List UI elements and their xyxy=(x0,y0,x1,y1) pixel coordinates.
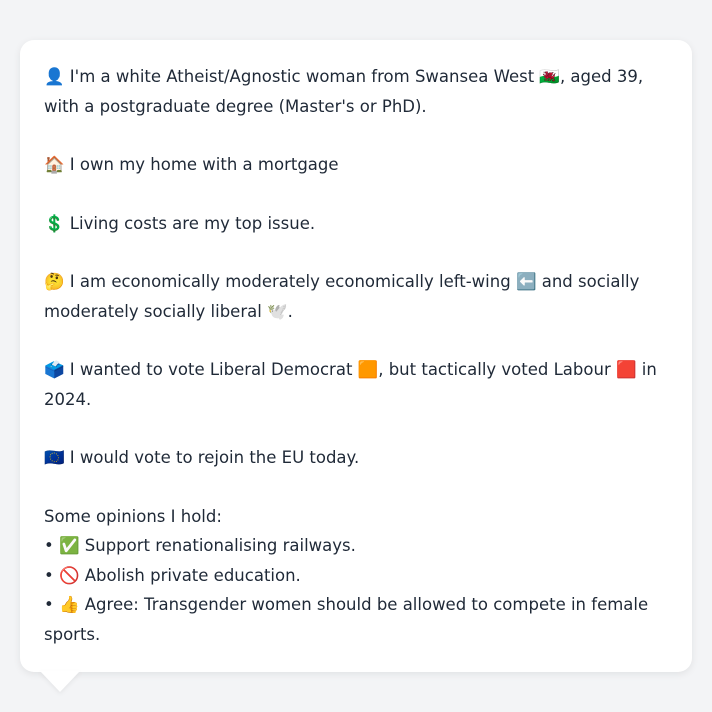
top-issue-paragraph: 💲 Living costs are my top issue. xyxy=(44,213,316,233)
eu-paragraph: 🇪🇺 I would vote to rejoin the EU today. xyxy=(44,448,360,467)
opinion-item: • 👍 Agree: Transgender women should be a… xyxy=(44,595,649,644)
opinion-item: • ✅ Support renationalising railways. xyxy=(44,536,356,555)
identity-paragraph: 👤 I'm a white Atheist/Agnostic woman fro… xyxy=(44,67,644,116)
vote-paragraph: 🗳️ I wanted to vote Liberal Democrat 🟧, … xyxy=(44,360,657,409)
housing-paragraph: 🏠 I own my home with a mortgage xyxy=(44,155,339,174)
ideology-paragraph: 🤔 I am economically moderately economica… xyxy=(44,272,640,321)
opinions-section: Some opinions I hold: • ✅ Support renati… xyxy=(44,502,668,650)
opinion-item: • 🚫 Abolish private education. xyxy=(44,565,301,585)
opinions-heading: Some opinions I hold: xyxy=(44,506,222,526)
bubble-tail xyxy=(40,671,80,692)
persona-message-bubble: 👤 I'm a white Atheist/Agnostic woman fro… xyxy=(20,40,692,672)
